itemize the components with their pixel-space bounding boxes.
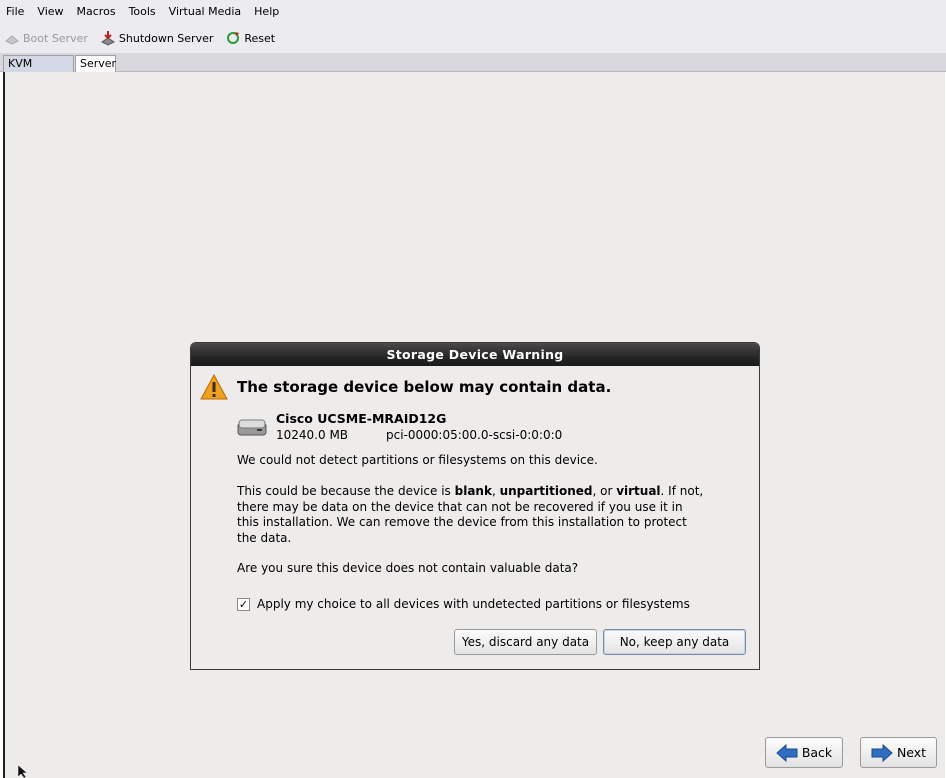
- storage-warning-dialog: Storage Device Warning The storage devic…: [190, 342, 760, 670]
- back-button[interactable]: Back: [765, 737, 843, 768]
- apply-all-checkbox-row[interactable]: ✓ Apply my choice to all devices with un…: [237, 597, 690, 611]
- apply-all-label: Apply my choice to all devices with unde…: [257, 597, 690, 611]
- shutdown-server-label: Shutdown Server: [118, 31, 214, 45]
- separator: , or: [592, 484, 617, 498]
- tab-strip: KVM Console Server: [0, 53, 946, 83]
- separator: ,: [491, 484, 500, 498]
- boot-server-button[interactable]: Boot Server: [4, 30, 88, 46]
- menu-virtual-media[interactable]: Virtual Media: [166, 5, 244, 18]
- reset-label: Reset: [244, 31, 276, 45]
- dialog-heading: The storage device below may contain dat…: [237, 378, 612, 396]
- reset-icon: [227, 32, 240, 44]
- arrow-right-icon: [871, 743, 893, 762]
- toolbar: Boot Server Shutdown Server Reset: [0, 23, 946, 53]
- device-path: pci-0000:05:00.0-scsi-0:0:0:0: [386, 428, 563, 442]
- menu-tools[interactable]: Tools: [126, 5, 159, 18]
- warning-icon: [200, 373, 228, 400]
- menubar: File View Macros Tools Virtual Media Hel…: [0, 0, 946, 23]
- hard-disk-icon: [237, 419, 267, 436]
- blank-term: blank: [454, 484, 492, 498]
- tab-kvm-console[interactable]: KVM Console: [3, 55, 74, 83]
- menu-macros[interactable]: Macros: [74, 5, 119, 18]
- discard-data-button[interactable]: Yes, discard any data: [454, 629, 597, 655]
- menu-view[interactable]: View: [34, 5, 66, 18]
- reset-button[interactable]: Reset: [225, 30, 275, 46]
- shutdown-icon: [100, 31, 115, 46]
- device-name: Cisco UCSME-MRAID12G: [276, 411, 447, 426]
- shutdown-server-button[interactable]: Shutdown Server: [100, 30, 214, 46]
- back-label: Back: [801, 745, 833, 760]
- boot-server-label: Boot Server: [23, 31, 88, 45]
- dialog-title: Storage Device Warning: [191, 343, 759, 366]
- mouse-pointer-icon: [17, 765, 28, 778]
- menu-file[interactable]: File: [3, 5, 27, 18]
- power-icon: [5, 35, 19, 45]
- device-size: 10240.0 MB: [276, 428, 349, 442]
- virtual-term: virtual: [616, 484, 661, 498]
- apply-all-checkbox[interactable]: ✓: [237, 597, 250, 611]
- menu-help[interactable]: Help: [251, 5, 282, 18]
- next-button[interactable]: Next: [860, 737, 937, 768]
- explanation-text: This could be because the device is: [237, 484, 455, 498]
- warning-explanation: This could be because the device is blan…: [237, 484, 707, 546]
- keep-data-button[interactable]: No, keep any data: [603, 629, 746, 655]
- detect-message: We could not detect partitions or filesy…: [237, 453, 598, 467]
- confirm-question: Are you sure this device does not contai…: [237, 561, 579, 575]
- unpartitioned-term: unpartitioned: [499, 484, 593, 498]
- next-label: Next: [896, 745, 927, 760]
- arrow-left-icon: [776, 743, 798, 762]
